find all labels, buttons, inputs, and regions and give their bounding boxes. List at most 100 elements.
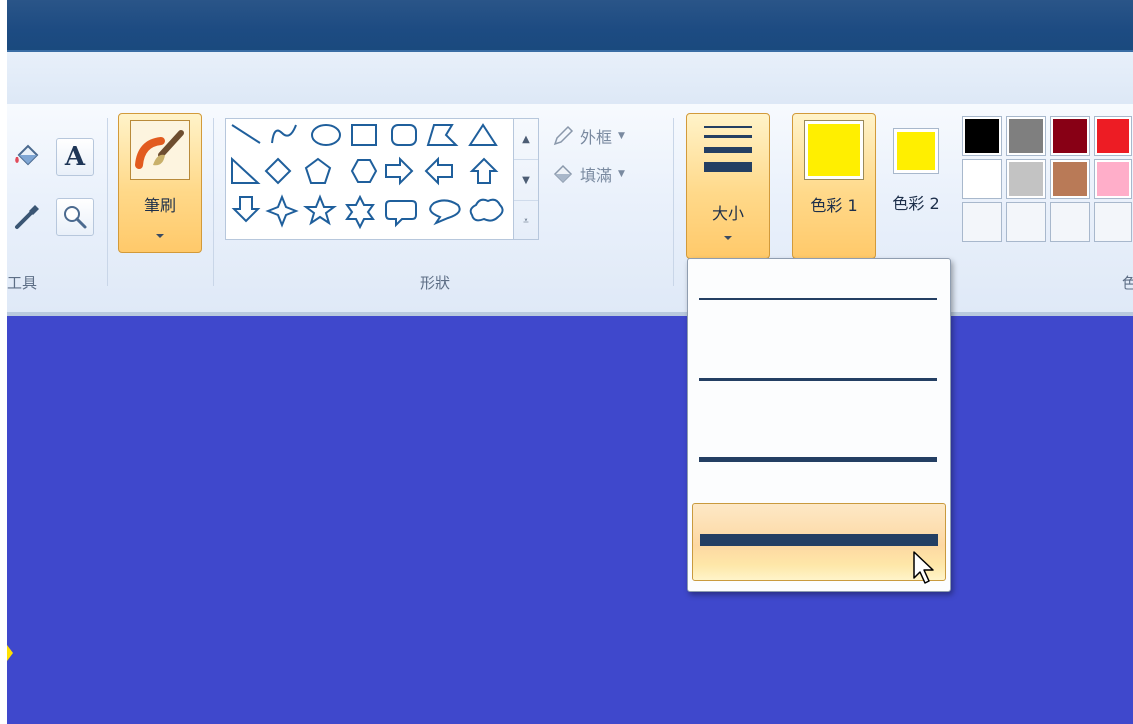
- size-option-2[interactable]: [692, 343, 944, 419]
- palette-swatch[interactable]: [1050, 159, 1090, 199]
- fill-with-color-button[interactable]: [10, 138, 46, 174]
- title-bar: [7, 0, 1133, 52]
- outline-label: 外框: [580, 128, 613, 147]
- gallery-expand-icon[interactable]: ⩡: [514, 201, 538, 241]
- palette-swatch[interactable]: [1050, 202, 1090, 242]
- drawing-canvas[interactable]: [7, 316, 1133, 724]
- text-icon: A: [64, 142, 86, 172]
- brush-icon: [135, 130, 184, 169]
- palette-swatch-fill: [963, 203, 1001, 241]
- curve-icon: [271, 124, 297, 144]
- size-option-4[interactable]: [692, 503, 946, 581]
- ribbon-tab-strip: [7, 52, 1133, 105]
- palette-swatch-fill: [965, 119, 999, 153]
- magnifier-icon: [64, 206, 87, 229]
- chevron-down-icon: ▼: [618, 131, 625, 141]
- yellow-brush-stroke: [7, 645, 13, 661]
- gallery-scrollbar[interactable]: ▲ ▼ ⩡: [513, 118, 539, 240]
- rounded-rectangle-icon: [391, 124, 417, 146]
- colors-group-label: 色: [1122, 274, 1133, 292]
- palette-swatch-fill: [1053, 162, 1087, 196]
- size-option-1[interactable]: [692, 263, 944, 339]
- left-arrow-icon: [424, 156, 453, 186]
- palette-swatch[interactable]: [1050, 116, 1090, 156]
- scroll-down-icon[interactable]: ▼: [514, 160, 538, 201]
- palette-swatch[interactable]: [1006, 116, 1046, 156]
- size-line: [700, 534, 938, 546]
- four-point-star-icon: [265, 194, 299, 228]
- brush-preview: [130, 120, 190, 180]
- color1-fill: [808, 124, 860, 176]
- text-button[interactable]: A: [56, 138, 94, 176]
- oval-callout-icon: [429, 199, 461, 226]
- pentagon-icon: [304, 157, 332, 184]
- fill-dropdown[interactable]: 填滿 ▼: [552, 162, 625, 186]
- five-point-star-icon: [303, 194, 337, 226]
- size-label: 大小: [711, 204, 744, 223]
- rectangle-icon: [351, 124, 377, 146]
- hexagon-icon: [350, 159, 378, 183]
- polygon-icon: [426, 124, 459, 146]
- shapes-gallery[interactable]: [225, 118, 515, 240]
- color1-swatch: [804, 120, 864, 180]
- shapes-group-label: 形狀: [420, 274, 451, 292]
- color2-fill: [897, 132, 935, 170]
- chevron-down-icon: [156, 234, 164, 238]
- size-line: [699, 298, 937, 300]
- up-arrow-icon: [469, 157, 499, 184]
- fill-bucket-icon: [15, 144, 39, 166]
- color2-button[interactable]: 色彩 2: [880, 124, 948, 224]
- palette-swatch-fill: [1053, 119, 1087, 153]
- color1-label: 色彩 1: [810, 196, 858, 215]
- palette-swatch[interactable]: [962, 159, 1002, 199]
- palette-swatch-fill: [1097, 162, 1129, 196]
- palette-swatch[interactable]: [1006, 159, 1046, 199]
- palette-swatch[interactable]: [962, 116, 1002, 156]
- palette-swatch[interactable]: [1006, 202, 1046, 242]
- triangle-icon: [468, 123, 498, 146]
- palette-swatch[interactable]: [962, 202, 1002, 242]
- palette-swatch[interactable]: [1094, 116, 1132, 156]
- rounded-callout-icon: [385, 200, 417, 228]
- size-line: [699, 457, 937, 462]
- pencil-icon: [553, 125, 574, 146]
- fill-label: 填滿: [580, 166, 613, 185]
- tools-group-label: 工具: [7, 274, 38, 292]
- separator: [213, 118, 214, 286]
- right-triangle-icon: [231, 156, 261, 184]
- color2-swatch: [893, 128, 939, 174]
- palette-swatch-fill: [1009, 162, 1043, 196]
- size-button[interactable]: 大小: [686, 113, 770, 259]
- chevron-down-icon: ▼: [618, 169, 625, 179]
- palette-swatch[interactable]: [1094, 159, 1132, 199]
- down-arrow-icon: [231, 196, 261, 223]
- color-picker-button[interactable]: [10, 198, 46, 234]
- shapes-gallery-icons: [231, 123, 504, 230]
- color1-button[interactable]: 色彩 1: [792, 113, 876, 259]
- outline-dropdown[interactable]: 外框 ▼: [552, 124, 625, 148]
- fill-bucket-icon: [553, 164, 573, 184]
- palette-swatch-fill: [1007, 203, 1045, 241]
- chevron-down-icon: [724, 236, 732, 240]
- mouse-cursor-icon: [913, 551, 934, 584]
- left-edge: [0, 0, 7, 724]
- size-line: [699, 378, 937, 381]
- scroll-up-icon[interactable]: ▲: [514, 119, 538, 160]
- color2-label: 色彩 2: [892, 194, 940, 213]
- size-option-3[interactable]: [692, 423, 944, 499]
- size-dropdown-menu: [687, 258, 951, 592]
- palette-swatch-fill: [965, 162, 999, 196]
- brush-button[interactable]: 筆刷: [118, 113, 202, 253]
- separator: [673, 118, 674, 286]
- right-arrow-icon: [385, 156, 414, 186]
- palette-swatch-fill: [1051, 203, 1089, 241]
- color-picker-icon: [15, 205, 39, 229]
- palette-swatch-fill: [1097, 119, 1129, 153]
- cloud-callout-icon: [469, 198, 504, 222]
- palette-swatch-fill: [1095, 203, 1131, 241]
- magnifier-button[interactable]: [56, 198, 94, 236]
- oval-icon: [311, 124, 341, 146]
- separator: [107, 118, 108, 286]
- palette-swatch-fill: [1009, 119, 1043, 153]
- palette-swatch[interactable]: [1094, 202, 1132, 242]
